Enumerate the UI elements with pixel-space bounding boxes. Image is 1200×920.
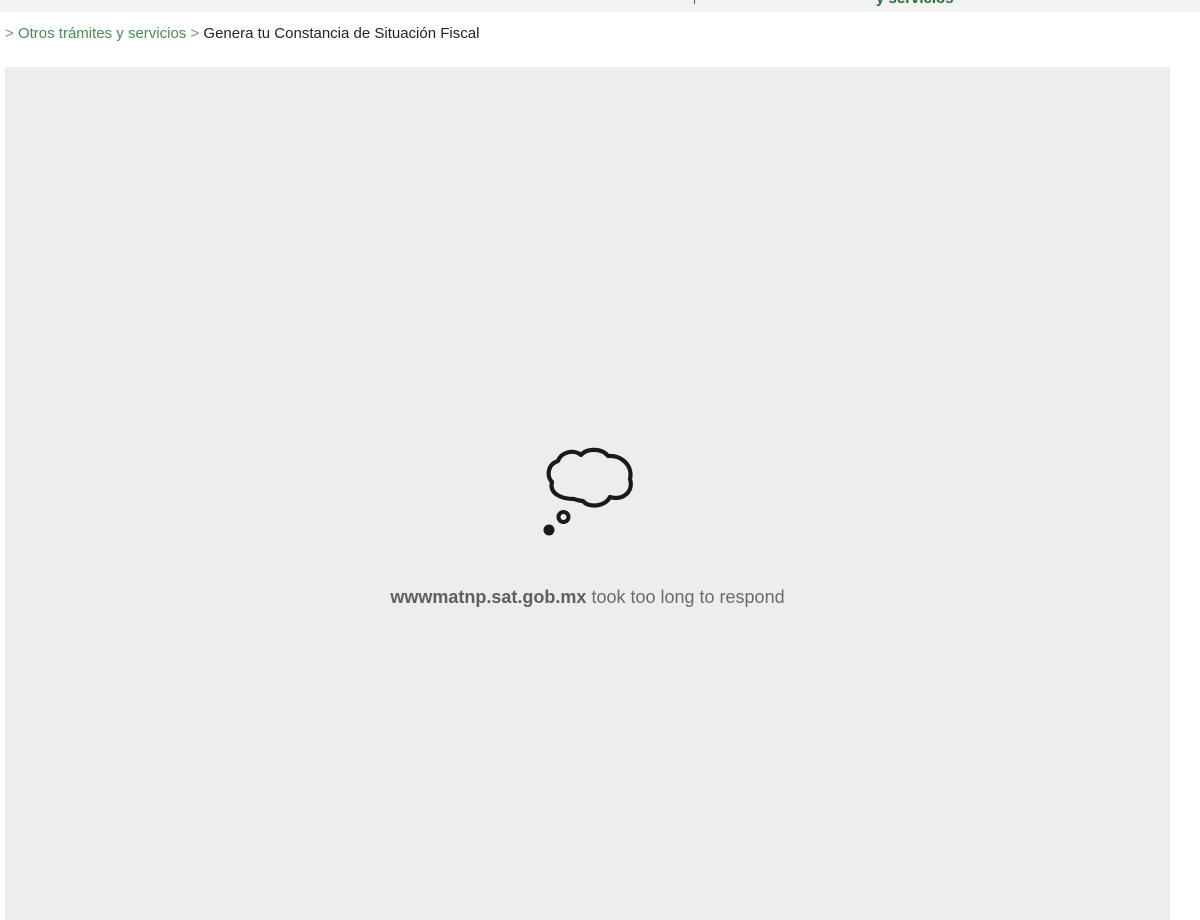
breadcrumb-current-page: Genera tu Constancia de Situación Fiscal [203,25,480,42]
breadcrumb-link-otros-tramites[interactable]: Otros trámites y servicios [18,25,186,42]
breadcrumb-separator: > [5,25,14,42]
nav-item-servicios[interactable]: y servicios [876,0,954,8]
error-host: wwwmatnp.sat.gob.mx [390,587,587,607]
error-message: wwwmatnp.sat.gob.mx took too long to res… [0,586,1175,608]
breadcrumb: > Otros trámites y servicios > Genera tu… [5,24,479,44]
nav-divider [694,0,695,4]
thought-bubble-icon [543,447,633,536]
breadcrumb-separator: > [190,25,200,42]
error-text: took too long to respond [591,587,785,607]
top-navigation-strip: y servicios [0,0,1200,12]
